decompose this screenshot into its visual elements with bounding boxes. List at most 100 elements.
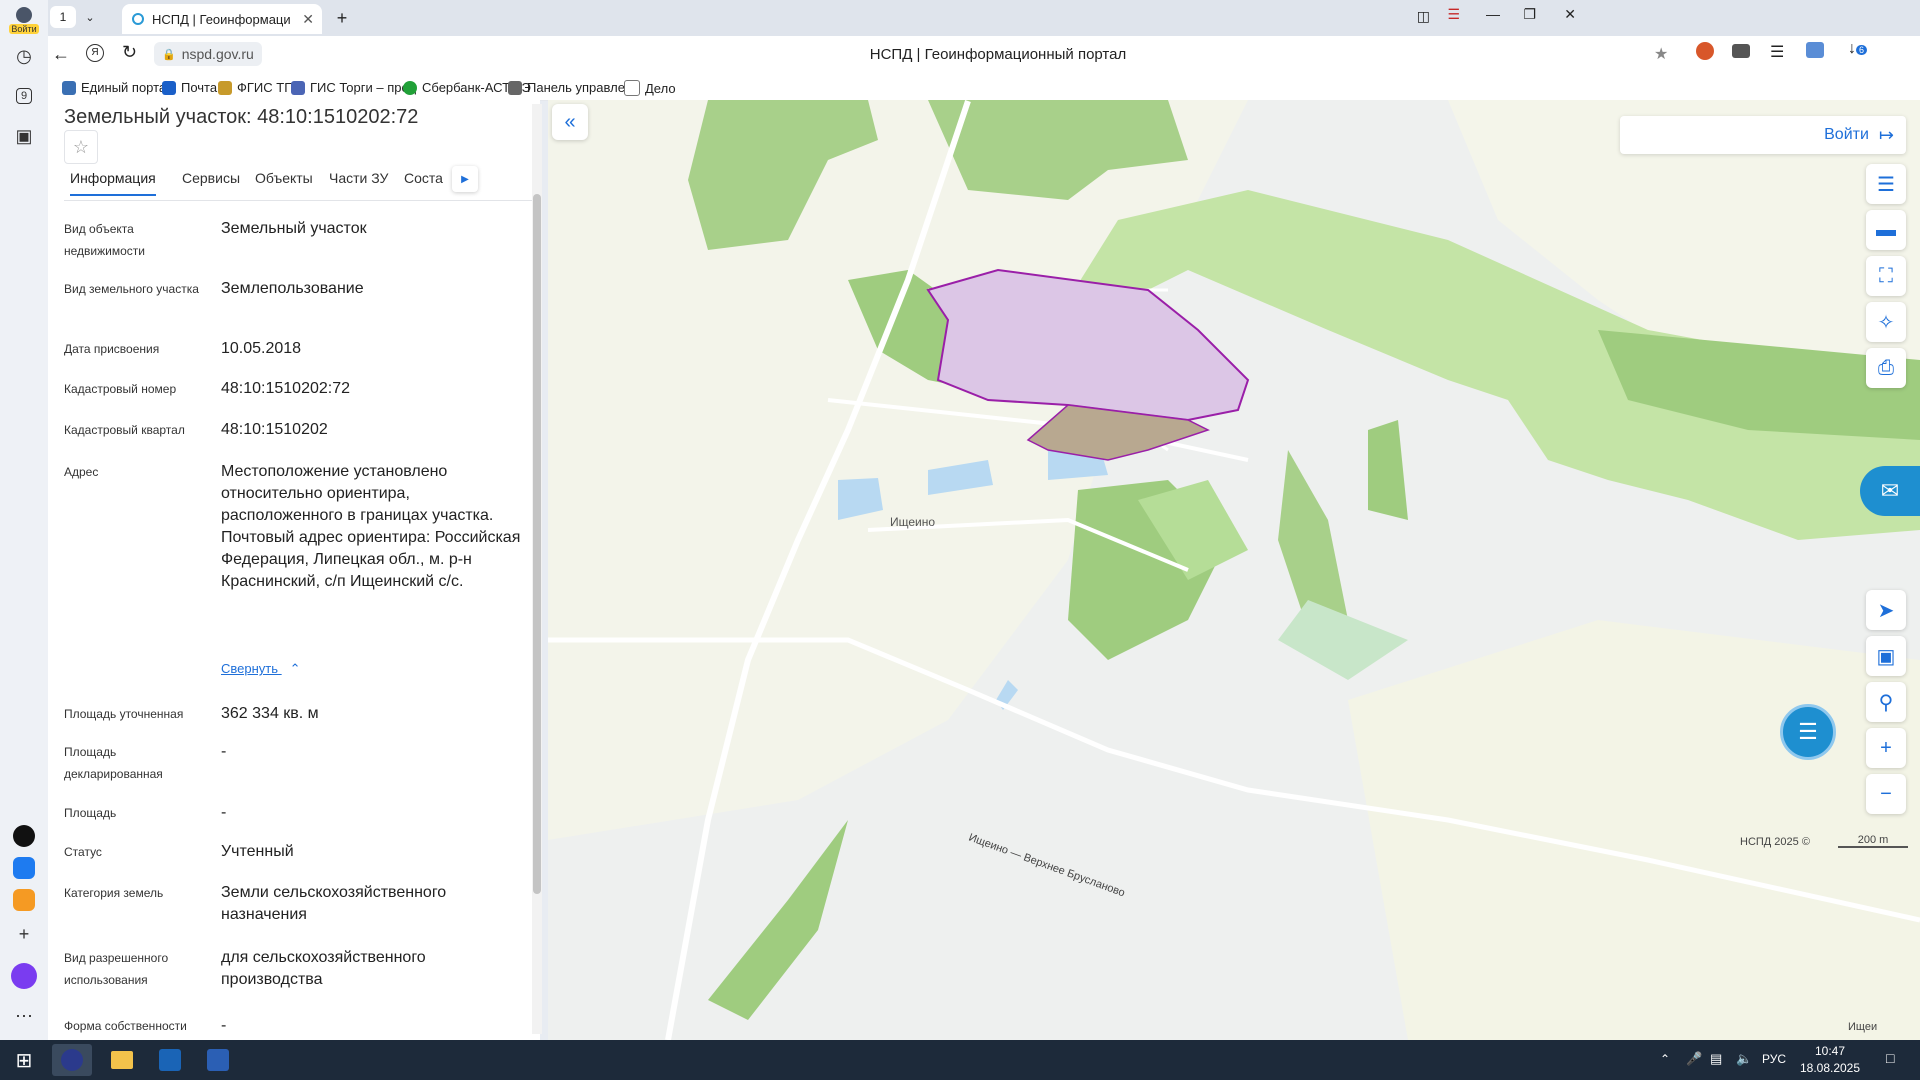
file-explorer-icon[interactable] — [102, 1044, 142, 1076]
field-label: Форма собственности — [64, 1019, 187, 1033]
chevron-down-icon[interactable]: ⌄ — [80, 6, 100, 28]
history-icon[interactable]: ◷ — [8, 40, 40, 72]
tray-up-icon[interactable]: ⌃ — [1660, 1052, 1670, 1066]
scrollbar-thumb[interactable] — [533, 194, 541, 894]
page-icon — [624, 80, 640, 96]
location-search-icon: ⚲ — [1878, 691, 1894, 714]
restore-icon[interactable]: ❐ — [1523, 6, 1536, 23]
finance-icon — [508, 80, 522, 95]
login-button[interactable]: Войти ↦ — [1620, 116, 1906, 154]
collections-icon[interactable]: ◫ — [1417, 8, 1430, 25]
notifications-icon[interactable]: ☰ — [1447, 6, 1460, 23]
download-icon[interactable]: ↓ 6 — [1848, 40, 1868, 58]
windows-start-icon[interactable]: ⊞ — [4, 1044, 44, 1076]
collapse-panel-button[interactable]: « — [552, 104, 588, 140]
yandex-icon[interactable]: Я — [86, 44, 104, 62]
field-value: для сельскохозяйственного производства — [221, 949, 426, 988]
field-address: Адрес Местоположение установлено относит… — [64, 461, 524, 611]
print-button[interactable]: ⎙ — [1866, 348, 1906, 388]
alice-chat-icon[interactable] — [8, 820, 40, 852]
camera-icon[interactable]: ▣ — [8, 120, 40, 152]
feedback-tab-button[interactable]: ✉ — [1860, 466, 1920, 516]
address-bar[interactable]: 🔒 nspd.gov.ru — [154, 42, 262, 66]
alice-icon[interactable] — [8, 960, 40, 992]
url-text: nspd.gov.ru — [181, 46, 254, 62]
field-value: - — [221, 1017, 227, 1034]
collapse-link[interactable]: Свернуть ⌃ — [221, 661, 301, 677]
tab-information[interactable]: Информация — [70, 170, 156, 196]
map-view[interactable]: Ищеино Ищеино — Верхнее Брусланово Ищеи … — [548, 100, 1920, 1040]
bookmark-fgis-tp[interactable]: ФГИС ТП — [218, 80, 294, 95]
minimap-icon: ▣ — [1876, 645, 1896, 668]
bookmark-delo[interactable]: Дело — [624, 80, 676, 96]
chat-assistant-button[interactable]: ☰ — [1780, 704, 1836, 760]
network-icon[interactable]: ▤ — [1710, 1051, 1722, 1067]
outlook-icon[interactable] — [150, 1044, 190, 1076]
volume-icon[interactable]: 🔈 — [1736, 1051, 1752, 1067]
bookmark-label: ФГИС ТП — [237, 80, 294, 95]
tab-counter[interactable]: 1 — [50, 6, 76, 28]
tab-parts[interactable]: Части ЗУ — [329, 170, 388, 186]
close-window-icon[interactable]: ✕ — [1564, 6, 1576, 23]
yandex-browser-taskbar-icon[interactable] — [52, 1044, 92, 1076]
close-icon[interactable]: ✕ — [302, 11, 314, 28]
zoom-in-button[interactable]: + — [1866, 728, 1906, 768]
clock-time[interactable]: 10:47 — [1800, 1044, 1860, 1058]
bookmark-icon[interactable]: ★ — [1654, 44, 1668, 64]
geolocation-button[interactable]: ➤ — [1866, 590, 1906, 630]
search-location-button[interactable]: ⚲ — [1866, 682, 1906, 722]
profile-button[interactable]: Войти — [8, 4, 40, 36]
tab-nspd[interactable]: НСПД | Геоинформаци ✕ — [122, 4, 322, 34]
bookmark-gosuslugi[interactable]: Единый портал — [62, 80, 174, 95]
area-select-button[interactable]: ⛶ — [1866, 256, 1906, 296]
language-indicator[interactable]: РУС — [1762, 1052, 1786, 1066]
favorite-star-icon[interactable]: ☆ — [64, 130, 98, 164]
printer-icon: ⎙ — [1878, 356, 1894, 379]
tab-objects[interactable]: Объекты — [255, 170, 313, 186]
tab-badge-button[interactable]: 9 — [8, 80, 40, 112]
selection-icon: ⛶ — [1879, 264, 1893, 287]
panel-title: Земельный участок: 48:10:1510202:72 — [64, 106, 419, 128]
bookmark-label: Панель управлен — [527, 80, 633, 95]
word-icon[interactable] — [198, 1044, 238, 1076]
tab-composition[interactable]: Соста — [404, 170, 444, 186]
village-label: Ищеино — [890, 515, 935, 529]
tab-services[interactable]: Сервисы — [182, 170, 240, 186]
layers-button[interactable]: ☰ — [1866, 164, 1906, 204]
back-icon[interactable]: ← — [52, 44, 70, 65]
double-chevron-left-icon: « — [564, 110, 576, 133]
panel-tabs: Информация Сервисы Объекты Части ЗУ Сост… — [64, 166, 532, 201]
reader-icon[interactable]: ☰ — [1770, 42, 1784, 62]
field-label: Вид земельного участка — [64, 282, 199, 296]
minimap-button[interactable]: ▣ — [1866, 636, 1906, 676]
new-tab-button[interactable]: + — [330, 6, 354, 30]
bookmark-panel[interactable]: Панель управлен — [508, 80, 632, 95]
notification-center-icon[interactable]: □ — [1886, 1050, 1894, 1066]
picture-icon[interactable] — [1806, 42, 1824, 58]
zoom-out-button[interactable]: − — [1866, 774, 1906, 814]
bookmark-gis-torgi[interactable]: ГИС Торги – прод — [291, 80, 416, 95]
bookmark-label: ГИС Торги – прод — [310, 80, 417, 95]
tab-badge: 9 — [15, 88, 33, 104]
extension-icon[interactable] — [1696, 42, 1714, 60]
minimize-icon[interactable]: — — [1486, 6, 1500, 22]
more-icon[interactable]: ⋯ — [8, 1000, 40, 1032]
bookmark-label: Почта — [181, 80, 218, 95]
page-title: НСПД | Геоинформационный портал — [869, 46, 1127, 63]
add-panel-icon[interactable]: + — [8, 918, 40, 950]
messenger-icon[interactable] — [8, 852, 40, 884]
share-button[interactable]: ✧ — [1866, 302, 1906, 342]
bookmark-mail[interactable]: Почта — [162, 80, 217, 95]
tabs-scroll-right-icon[interactable]: ▶ — [452, 166, 478, 192]
mail-icon[interactable] — [8, 884, 40, 916]
shield-icon[interactable] — [1732, 44, 1750, 58]
clock-date[interactable]: 18.08.2025 — [1796, 1061, 1864, 1075]
field-value: 10.05.2018 — [221, 340, 302, 357]
collapse-label: Свернуть — [221, 661, 279, 676]
gosuslugi-icon — [62, 80, 76, 95]
reload-icon[interactable]: ↻ — [122, 42, 137, 63]
panel-scrollbar[interactable] — [532, 104, 542, 1034]
measure-button[interactable]: ▬ — [1866, 210, 1906, 250]
microphone-icon[interactable]: 🎤 — [1686, 1051, 1702, 1067]
field-label: Вид разрешенного использования — [64, 951, 169, 987]
